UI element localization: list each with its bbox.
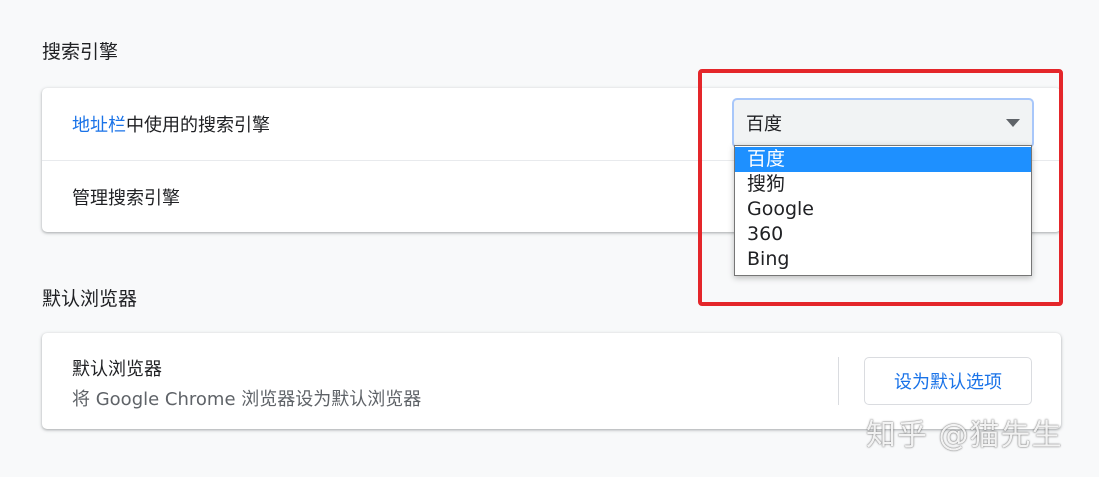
search-engine-section-title: 搜索引擎 [42, 41, 119, 63]
default-browser-description: 将 Google Chrome 浏览器设为默认浏览器 [72, 389, 422, 410]
manage-search-engines-label: 管理搜索引擎 [72, 187, 180, 209]
default-browser-section-title: 默认浏览器 [42, 288, 138, 310]
address-bar-link[interactable]: 地址栏 [72, 111, 126, 137]
settings-page: 搜索引擎 地址栏 中使用的搜索引擎 百度 管理搜索引擎 默认浏览器 默认浏览器 将… [0, 0, 1099, 477]
vertical-divider [838, 357, 839, 405]
address-bar-row-label: 中使用的搜索引擎 [126, 115, 270, 136]
zhihu-watermark: 知乎 @猫先生 [866, 418, 1063, 453]
make-default-button[interactable]: 设为默认选项 [864, 357, 1032, 405]
red-highlight-annotation [698, 69, 1063, 306]
default-browser-title: 默认浏览器 [72, 359, 162, 380]
